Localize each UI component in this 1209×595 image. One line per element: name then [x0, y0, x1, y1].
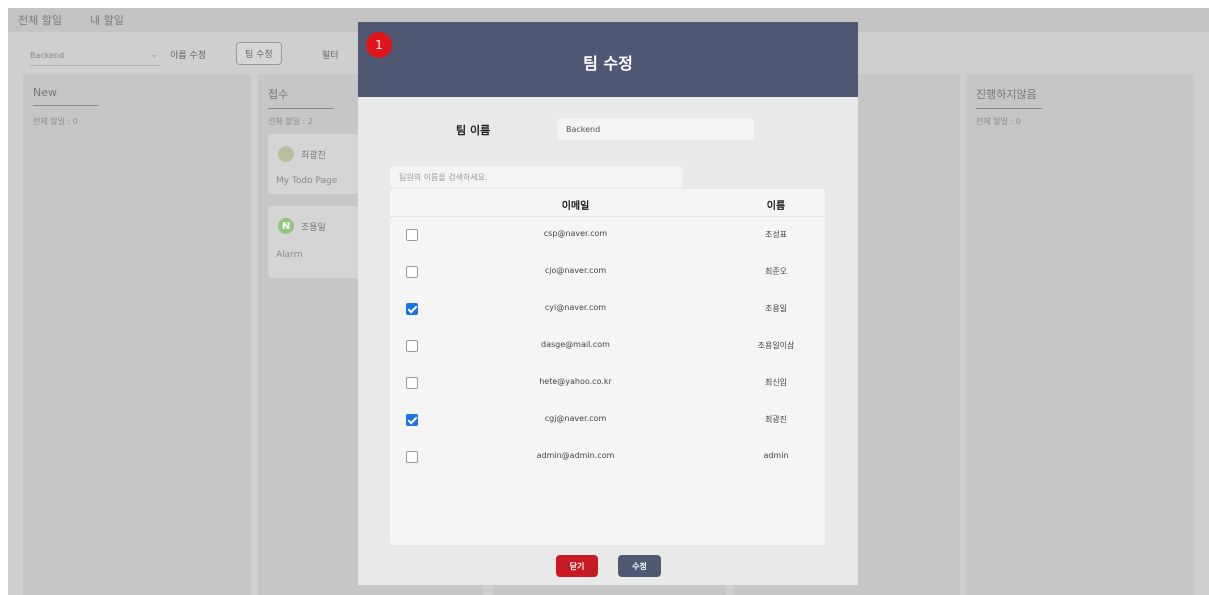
filter-button[interactable]: 필터 — [322, 48, 339, 61]
card-user-name: 조용일 — [301, 222, 326, 233]
member-name: admin — [763, 451, 789, 460]
modal-header: 1 팀 수정 — [358, 22, 858, 97]
member-email: cyi@naver.com — [544, 303, 607, 312]
close-button[interactable]: 닫기 — [556, 555, 598, 577]
table-row: cjo@naver.com 최준오 — [390, 258, 825, 288]
header-divider — [390, 216, 825, 217]
submit-button[interactable]: 수정 — [618, 555, 661, 577]
column-count: 전체 할일 : 0 — [33, 117, 78, 126]
column-new: New 전체 할일 : 0 — [23, 74, 251, 595]
team-name-label: 팀 이름 — [456, 124, 491, 137]
team-name-input[interactable] — [557, 118, 754, 140]
table-row: cgj@naver.com 최광진 — [390, 406, 825, 436]
member-table: 이메일 이름 csp@naver.com 조성표 cjo@naver.com 최… — [390, 189, 825, 545]
member-email: dasge@mail.com — [541, 340, 610, 349]
column-title: 진행하지않음 — [976, 86, 1042, 109]
member-email: admin@admin.com — [536, 451, 615, 460]
card-user-name: 최광진 — [301, 150, 326, 161]
card-user: N 조용일 — [278, 218, 326, 234]
member-name: 조용일이삼 — [757, 341, 795, 350]
member-name: 최신입 — [764, 378, 788, 387]
member-email: cgj@naver.com — [544, 414, 607, 423]
nav-my-todos[interactable]: 내 할일 — [90, 12, 124, 28]
column-title: 접수 — [268, 86, 334, 109]
column-title: New — [33, 86, 99, 106]
member-name: 조용일 — [764, 304, 788, 313]
email-column-header: 이메일 — [561, 201, 590, 212]
team-select-value: Backend — [30, 51, 65, 60]
member-email: cjo@naver.com — [544, 266, 607, 275]
team-edit-modal: 1 팀 수정 팀 이름 이메일 이름 csp@naver.com 조성표 cjo… — [358, 22, 858, 585]
member-email: hete@yahoo.co.kr — [539, 377, 612, 386]
member-name: 최준오 — [764, 267, 788, 276]
rename-button[interactable]: 이름 수정 — [170, 48, 206, 61]
member-name: 최광진 — [764, 415, 788, 424]
column-count: 전체 할일 : 0 — [976, 117, 1021, 126]
table-row: dasge@mail.com 조용일이삼 — [390, 332, 825, 362]
table-row: csp@naver.com 조성표 — [390, 221, 825, 251]
avatar: N — [278, 218, 294, 234]
card-title: Alarm — [276, 250, 303, 260]
table-row: cyi@naver.com 조용일 — [390, 295, 825, 325]
modal-title: 팀 수정 — [583, 54, 633, 73]
card-title: My Todo Page — [276, 176, 338, 186]
nav-all-todos[interactable]: 전체 할일 — [18, 12, 62, 28]
member-name: 조성표 — [764, 230, 788, 239]
table-row: hete@yahoo.co.kr 최신입 — [390, 369, 825, 399]
column-not-progressing: 진행하지않음 전체 할일 : 0 — [966, 74, 1194, 595]
name-column-header: 이름 — [766, 201, 786, 212]
card-user: 최광진 — [278, 146, 326, 162]
team-edit-button[interactable]: 팀 수정 — [236, 42, 282, 65]
avatar — [278, 146, 294, 162]
chevron-down-icon: ⌄ — [150, 50, 158, 60]
table-row: admin@admin.com admin — [390, 443, 825, 473]
team-select[interactable]: Backend ⌄ — [30, 48, 160, 66]
member-email: csp@naver.com — [543, 229, 608, 238]
column-count: 전체 할일 : 2 — [268, 117, 313, 126]
member-search-input[interactable] — [390, 166, 683, 188]
